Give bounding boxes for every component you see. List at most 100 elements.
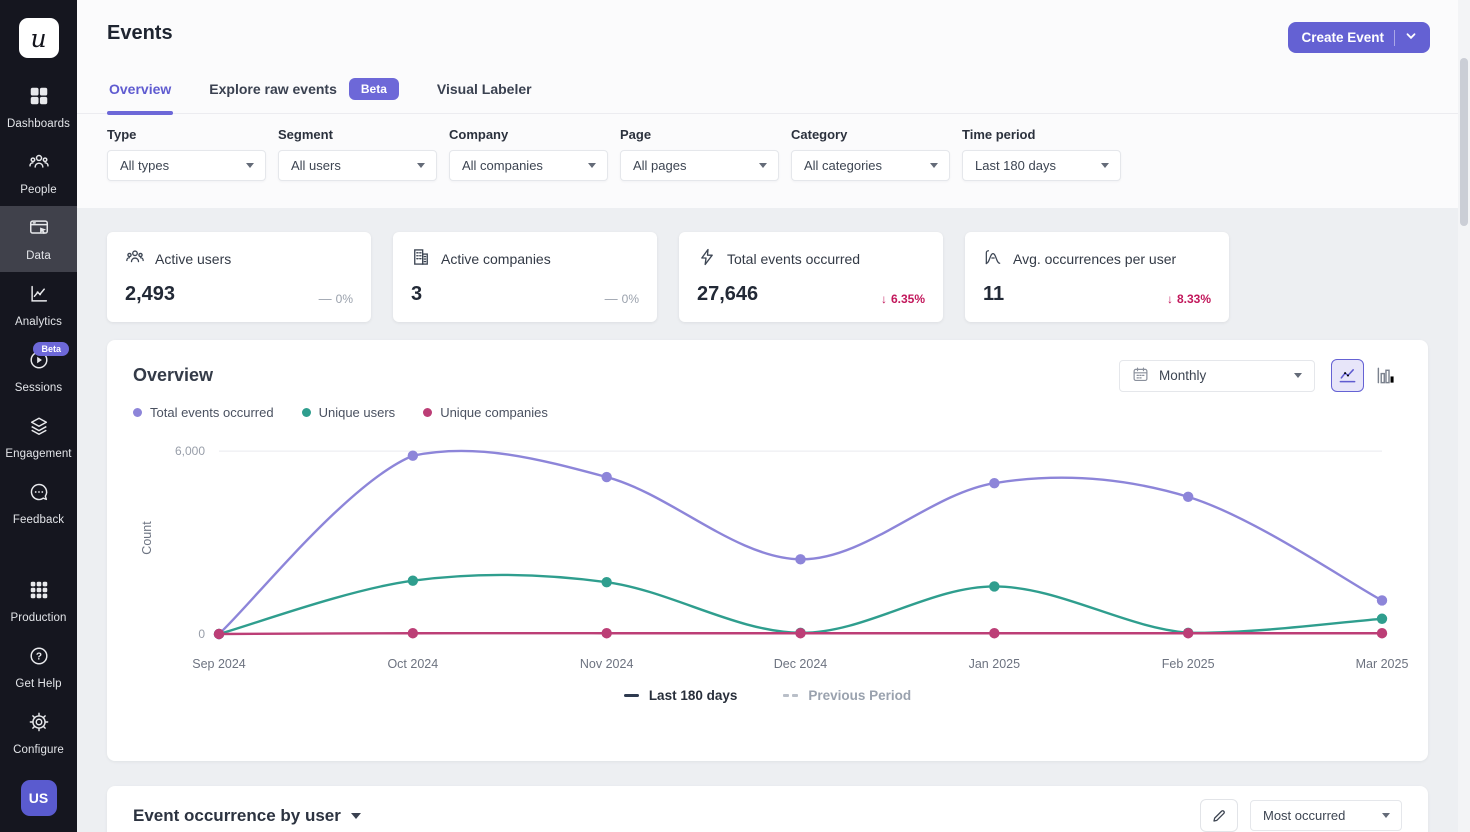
filter-bar: Type All types Segment All users Company…: [77, 114, 1470, 181]
legend-label: Last 180 days: [649, 688, 738, 703]
sort-select[interactable]: Most occurred: [1250, 800, 1402, 831]
tab-label: Visual Labeler: [437, 81, 532, 97]
content-area: Active users 2,493 —0% Active companies: [77, 208, 1470, 832]
sidebar-item-production[interactable]: Production: [0, 568, 77, 634]
selected-value: All users: [291, 158, 341, 173]
help-icon: ?: [28, 645, 50, 672]
tab-explore-raw-events[interactable]: Explore raw events Beta: [207, 69, 401, 113]
legend-last-180-days[interactable]: Last 180 days: [624, 688, 738, 703]
segment-select[interactable]: All users: [278, 150, 437, 181]
gear-icon: [28, 711, 50, 738]
users-icon: [125, 247, 145, 270]
main-area: Events Create Event Overview Explore raw…: [77, 0, 1470, 832]
page-select[interactable]: All pages: [620, 150, 779, 181]
filter-label: Type: [107, 127, 266, 142]
sidebar-label: Feedback: [13, 514, 64, 526]
time-period-select[interactable]: Last 180 days: [962, 150, 1121, 181]
chevron-down-icon: [1101, 163, 1109, 168]
sidebar-item-get-help[interactable]: ? Get Help: [0, 634, 77, 700]
legend-label: Unique companies: [440, 405, 548, 420]
sidebar-item-configure[interactable]: Configure: [0, 700, 77, 766]
sidebar-label: Production: [11, 612, 67, 624]
sidebar-label: Configure: [13, 744, 64, 756]
selected-value: All categories: [804, 158, 882, 173]
bar-chart-toggle[interactable]: [1369, 359, 1402, 392]
chevron-down-icon[interactable]: [1405, 30, 1417, 45]
create-event-button[interactable]: Create Event: [1288, 22, 1430, 53]
stat-value: 3: [411, 283, 422, 306]
teal-dot-icon: [302, 408, 311, 417]
legend-unique-users[interactable]: Unique users: [302, 405, 396, 420]
analytics-icon: [28, 283, 50, 310]
tab-visual-labeler[interactable]: Visual Labeler: [435, 69, 534, 113]
tab-label: Overview: [109, 81, 171, 97]
purple-dot-icon: [133, 408, 142, 417]
filter-label: Company: [449, 127, 608, 142]
overview-title: Overview: [133, 365, 213, 386]
scrollbar-track: [1458, 0, 1470, 832]
sidebar-item-data[interactable]: Data: [0, 206, 77, 272]
sidebar-item-engagement[interactable]: Engagement: [0, 404, 77, 470]
sidebar-item-feedback[interactable]: Feedback: [0, 470, 77, 536]
sidebar-label: Get Help: [15, 678, 61, 690]
line-chart-toggle[interactable]: [1331, 359, 1364, 392]
chevron-down-icon: [1294, 373, 1302, 378]
pink-dot-icon: [423, 408, 432, 417]
beta-badge: Beta: [349, 78, 399, 100]
feedback-bubble-icon: [28, 481, 50, 508]
selected-value: Last 180 days: [975, 158, 1056, 173]
sidebar-item-dashboards[interactable]: Dashboards: [0, 74, 77, 140]
company-select[interactable]: All companies: [449, 150, 608, 181]
dashed-line-icon: [783, 694, 798, 697]
page-header: Events Create Event: [77, 0, 1470, 53]
button-divider: [1394, 30, 1395, 46]
filter-label: Segment: [278, 127, 437, 142]
stat-delta: ↓8.33%: [1167, 292, 1211, 306]
stat-delta: —0%: [319, 291, 353, 306]
type-select[interactable]: All types: [107, 150, 266, 181]
stat-label: Active users: [155, 251, 231, 267]
filter-type: Type All types: [107, 127, 266, 181]
sidebar-item-sessions[interactable]: Beta Sessions: [0, 338, 77, 404]
period-legend: Last 180 days Previous Period: [133, 688, 1402, 703]
chevron-down-icon: [930, 163, 938, 168]
legend-label: Total events occurred: [150, 405, 274, 420]
filter-category: Category All categories: [791, 127, 950, 181]
legend-unique-companies[interactable]: Unique companies: [423, 405, 548, 420]
granularity-select[interactable]: Monthly: [1119, 360, 1315, 392]
svg-text:6,000: 6,000: [175, 444, 205, 458]
legend-previous-period[interactable]: Previous Period: [783, 688, 911, 703]
tab-overview[interactable]: Overview: [107, 69, 173, 113]
arrow-down-icon: ↓: [1167, 292, 1173, 306]
scrollbar-thumb[interactable]: [1460, 58, 1468, 226]
userpilot-logo[interactable]: u: [19, 18, 59, 58]
legend-total-events[interactable]: Total events occurred: [133, 405, 274, 420]
edit-pencil-button[interactable]: [1200, 799, 1238, 832]
stat-value: 2,493: [125, 283, 175, 306]
stat-label: Total events occurred: [727, 251, 860, 267]
category-select[interactable]: All categories: [791, 150, 950, 181]
chevron-down-icon: [351, 813, 361, 819]
sidebar-item-analytics[interactable]: Analytics: [0, 272, 77, 338]
page-title: Events: [107, 22, 173, 45]
sidebar-item-people[interactable]: People: [0, 140, 77, 206]
sidebar-label: People: [20, 184, 56, 196]
chart-series-legend: Total events occurred Unique users Uniqu…: [133, 405, 1402, 420]
event-occurrence-title-dropdown[interactable]: Event occurrence by user: [133, 806, 361, 826]
filter-segment: Segment All users: [278, 127, 437, 181]
stat-delta: —0%: [605, 291, 639, 306]
filter-label: Time period: [962, 127, 1121, 142]
tab-label: Explore raw events: [209, 81, 337, 97]
solid-line-icon: [624, 694, 639, 697]
stat-label: Avg. occurrences per user: [1013, 251, 1176, 267]
user-avatar[interactable]: US: [21, 780, 57, 816]
stat-card-total-events: Total events occurred 27,646 ↓6.35%: [679, 232, 943, 322]
stat-card-active-users: Active users 2,493 —0%: [107, 232, 371, 322]
selected-value: All companies: [462, 158, 543, 173]
stat-delta: ↓6.35%: [881, 292, 925, 306]
chevron-down-icon: [588, 163, 596, 168]
filter-label: Category: [791, 127, 950, 142]
data-icon: [28, 217, 50, 244]
svg-text:Oct 2024: Oct 2024: [387, 657, 438, 671]
flat-dash-icon: —: [319, 291, 332, 306]
